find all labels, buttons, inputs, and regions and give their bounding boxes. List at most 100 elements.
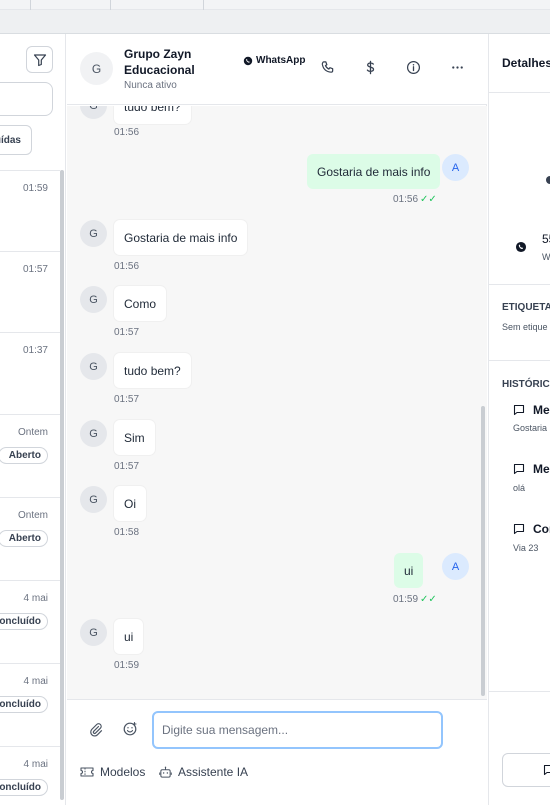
details-panel: Detalhes 55 W ETIQUETAS Sem etique HISTÓ… xyxy=(488,34,550,805)
conversation-item[interactable]: 4 mai oncluído xyxy=(0,746,60,805)
message-input[interactable] xyxy=(152,711,443,749)
conversation-time: Ontem xyxy=(17,427,48,438)
conversation-item[interactable]: 4 mai oncluído xyxy=(0,580,60,663)
message-icon xyxy=(513,404,525,416)
message-icon xyxy=(513,463,525,475)
more-options-button[interactable] xyxy=(448,58,466,76)
message-composer: Modelos Assistente IA xyxy=(67,699,487,805)
message-icon xyxy=(513,523,525,535)
contact-avatar-fragment xyxy=(546,176,550,184)
conversation-item[interactable]: 01:37 xyxy=(0,332,60,415)
sender-avatar: G xyxy=(80,486,107,513)
filter-button[interactable] xyxy=(26,46,53,73)
message-time: 01:56 xyxy=(114,127,140,138)
details-title: Detalhes xyxy=(502,56,550,70)
history-item-title: Me xyxy=(533,462,550,476)
message-time: 01:57 xyxy=(114,327,140,338)
contact-phone[interactable]: 55 xyxy=(542,232,550,246)
message-bubble[interactable]: Oi xyxy=(114,486,146,521)
message-list-scrollbar[interactable] xyxy=(481,406,485,696)
details-action-button[interactable] xyxy=(502,753,550,787)
contact-avatar[interactable]: G xyxy=(80,52,113,85)
sender-avatar: A xyxy=(442,553,469,580)
message-bubble[interactable]: ui xyxy=(394,553,424,588)
payment-button[interactable] xyxy=(361,58,379,76)
message-icon xyxy=(543,764,550,776)
status-badge: Aberto xyxy=(0,530,48,547)
message-time: 01:57 xyxy=(114,461,140,472)
history-item-sub: olá xyxy=(513,483,526,493)
browser-tab-strip xyxy=(0,0,550,10)
message-bubble[interactable]: Gostaria de mais info xyxy=(307,154,441,189)
message-bubble[interactable]: Sim xyxy=(114,420,155,455)
contact-status: Nunca ativo xyxy=(124,80,177,91)
sender-avatar: G xyxy=(80,220,107,247)
app-window: uídas 01:59 01:57 01:37 Ontem Aberto Ont… xyxy=(0,0,550,805)
conversation-item[interactable]: Ontem Aberto xyxy=(0,497,60,580)
status-badge: Aberto xyxy=(0,447,48,464)
dollar-icon xyxy=(366,60,374,74)
conversation-item[interactable]: Ontem Aberto xyxy=(0,414,60,497)
sender-avatar: A xyxy=(442,154,469,181)
contact-name: Grupo Zayn Educacional xyxy=(124,47,195,77)
message-bubble[interactable]: tudo bem? xyxy=(114,353,191,388)
emoji-button[interactable] xyxy=(121,720,139,738)
ai-assistant-label: Assistente IA xyxy=(178,765,249,779)
phone-icon xyxy=(321,60,333,73)
tags-empty-text: Sem etique xyxy=(502,322,548,332)
status-badge: oncluído xyxy=(0,613,48,630)
message-time: 01:57 xyxy=(114,394,140,405)
history-item-title: Con xyxy=(533,522,550,536)
emoji-icon xyxy=(123,721,137,736)
channel-label: WhatsApp xyxy=(243,55,305,66)
conversation-time: Ontem xyxy=(17,510,48,521)
conversation-item[interactable]: 4 mai oncluído xyxy=(0,663,60,746)
read-receipt-icon: ✓✓ xyxy=(420,594,437,605)
sender-avatar: G xyxy=(80,420,107,447)
message-bubble[interactable]: ui xyxy=(114,619,144,654)
templates-button[interactable]: Modelos xyxy=(80,765,145,779)
call-button[interactable] xyxy=(318,58,336,76)
conversation-time: 4 mai xyxy=(23,676,48,687)
conversation-item[interactable]: 01:57 xyxy=(0,251,60,334)
conversation-search-input[interactable] xyxy=(0,82,53,116)
status-badge: oncluído xyxy=(0,779,48,796)
sender-avatar: G xyxy=(80,106,107,119)
message-time: 01:56 ✓✓ xyxy=(393,194,437,205)
sender-avatar: G xyxy=(80,353,107,380)
whatsapp-icon xyxy=(243,56,253,65)
message-bubble[interactable]: Gostaria de mais info xyxy=(114,220,248,255)
message-time: 01:56 xyxy=(114,261,140,272)
message-bubble[interactable]: Como xyxy=(114,286,167,321)
history-item-title: Me xyxy=(533,403,550,417)
tags-section-title: ETIQUETAS xyxy=(502,302,550,313)
conversation-list-scrollbar[interactable] xyxy=(60,170,64,800)
app-toolbar-strip xyxy=(0,10,550,34)
templates-icon xyxy=(80,767,94,777)
info-button[interactable] xyxy=(404,58,422,76)
message-bubble[interactable]: tudo bem? xyxy=(114,106,191,124)
message-time: 01:59 xyxy=(114,660,140,671)
message-time: 01:58 xyxy=(114,527,140,538)
read-receipt-icon: ✓✓ xyxy=(420,194,437,205)
message-list[interactable]: G tudo bem? 01:56 Gostaria de mais info … xyxy=(67,106,487,699)
whatsapp-icon xyxy=(515,241,527,256)
paperclip-icon xyxy=(90,723,103,737)
templates-label: Modelos xyxy=(100,765,146,779)
conversation-time: 01:59 xyxy=(22,183,48,194)
history-item-sub: Via 23 xyxy=(513,543,539,553)
chat-header: G Grupo Zayn Educacional Nunca ativo Wha… xyxy=(67,34,487,105)
conversation-list-panel: uídas 01:59 01:57 01:37 Ontem Aberto Ont… xyxy=(0,34,66,805)
conversation-item[interactable]: 01:59 xyxy=(0,170,60,253)
ai-assistant-button[interactable]: Assistente IA xyxy=(159,765,248,779)
conversation-time: 01:37 xyxy=(22,345,48,356)
history-item-sub: Gostaria xyxy=(513,423,548,433)
status-filter-pill[interactable]: uídas xyxy=(0,125,32,155)
contact-phone-sub: W xyxy=(542,252,550,262)
attach-button[interactable] xyxy=(87,721,105,739)
sender-avatar: G xyxy=(80,286,107,313)
sender-avatar: G xyxy=(80,619,107,646)
status-badge: oncluído xyxy=(0,696,48,713)
filter-icon xyxy=(33,53,46,66)
more-icon xyxy=(451,65,463,69)
